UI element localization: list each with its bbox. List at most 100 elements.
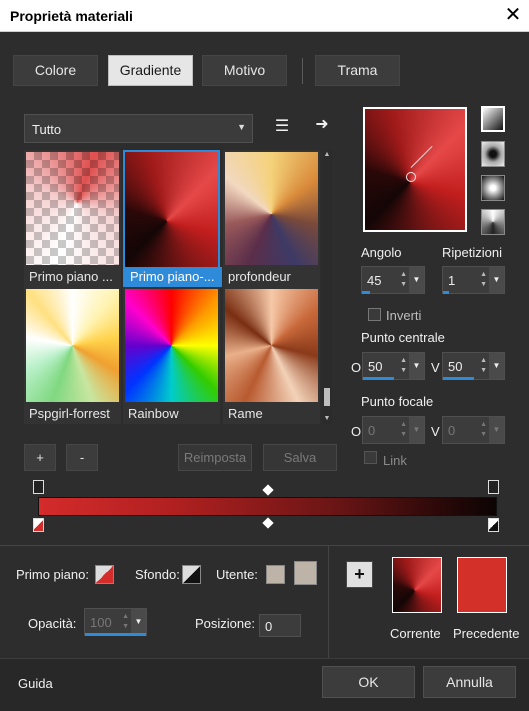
scroll-down-icon[interactable]: ▼ (322, 414, 332, 424)
add-gradient-button[interactable]: + (24, 444, 56, 471)
focal-point-label: Punto focale (361, 394, 434, 409)
opacity-stepper[interactable]: 100 ▲ ▼ ▼ (84, 608, 147, 636)
gradient-tile-selected[interactable]: Primo piano-... (123, 150, 222, 287)
foreground-label: Primo piano: (16, 567, 89, 582)
previous-material-swatch[interactable] (457, 557, 507, 613)
gradient-thumbnail (26, 289, 119, 402)
center-v-stepper[interactable]: 50 ▲ ▼ ▼ (442, 352, 505, 380)
spin-arrows-icon[interactable]: ▲ ▼ (480, 420, 487, 440)
add-to-swatches-button[interactable]: + (346, 561, 373, 588)
gradient-thumbnail (125, 152, 218, 267)
color-stop-right[interactable] (488, 518, 499, 532)
linear-style-icon[interactable] (481, 106, 505, 132)
center-h-stepper[interactable]: 50 ▲ ▼ ▼ (362, 352, 425, 380)
tab-motivo[interactable]: Motivo (202, 55, 287, 86)
gradient-tile[interactable]: Primo piano ... (24, 150, 121, 287)
gradient-editor-bar[interactable] (38, 497, 497, 516)
category-value: Tutto (32, 122, 62, 137)
angle-label: Angolo (361, 245, 402, 260)
rectangular-style-icon[interactable] (481, 141, 505, 167)
chevron-down-icon[interactable]: ▼ (489, 267, 504, 293)
chevron-down-icon[interactable]: ▼ (409, 267, 424, 293)
category-dropdown[interactable]: Tutto ▼ (24, 114, 253, 143)
bottom-midpoint-handle[interactable] (262, 517, 274, 529)
spin-arrows-icon[interactable]: ▲ ▼ (400, 270, 407, 290)
close-icon[interactable]: ✕ (497, 0, 529, 32)
gradient-tile[interactable]: Rainbow (123, 287, 220, 424)
angle-handle-line (410, 145, 433, 168)
center-handle[interactable] (406, 172, 416, 182)
scroll-up-icon[interactable]: ▲ (322, 150, 332, 160)
chevron-down-icon[interactable]: ▼ (489, 417, 504, 443)
center-point-label: Punto centrale (361, 330, 445, 345)
center-v-fill-bar (443, 377, 474, 380)
opacity-value: 100 (90, 615, 112, 630)
ok-button[interactable]: OK (322, 666, 415, 698)
help-link[interactable]: Guida (18, 676, 53, 691)
scroll-thumb[interactable] (324, 388, 330, 406)
gradient-tile[interactable]: Pspgirl-forrest (24, 287, 121, 424)
spin-arrows-icon[interactable]: ▲ ▼ (480, 356, 487, 376)
center-h-fill-bar (363, 377, 394, 380)
repeats-label: Ripetizioni (442, 245, 502, 260)
gradient-label: Rame (228, 406, 263, 421)
gradient-thumbnail (225, 289, 318, 402)
position-field[interactable]: 0 (259, 614, 301, 637)
user-swatch-large[interactable] (294, 561, 317, 585)
focal-v-value: 0 (448, 423, 456, 438)
repeats-value: 1 (448, 273, 456, 288)
invert-checkbox[interactable] (368, 308, 381, 321)
chevron-down-icon[interactable]: ▼ (409, 353, 424, 379)
link-label: Link (383, 453, 407, 468)
tab-colore[interactable]: Colore (13, 55, 98, 86)
opacity-fill-bar (85, 633, 146, 636)
position-value: 0 (265, 619, 273, 634)
save-gradient-button[interactable]: Salva (263, 444, 337, 471)
tab-trama[interactable]: Trama (315, 55, 400, 86)
top-midpoint-handle[interactable] (262, 484, 274, 496)
vertical-divider (328, 546, 329, 658)
focal-v-stepper[interactable]: 0 ▲ ▼ ▼ (442, 416, 505, 444)
remove-gradient-button[interactable]: - (66, 444, 98, 471)
gradient-label: Pspgirl-forrest (29, 406, 110, 421)
spin-arrows-icon[interactable]: ▲ ▼ (122, 612, 129, 632)
position-label: Posizione: (195, 616, 255, 631)
center-v-label: V (431, 360, 440, 375)
background-swatch[interactable] (182, 565, 201, 584)
gradient-label: Primo piano ... (29, 269, 113, 284)
repeats-stepper[interactable]: 1 ▲ ▼ ▼ (442, 266, 505, 294)
chevron-down-icon[interactable]: ▼ (489, 353, 504, 379)
angle-stepper[interactable]: 45 ▲ ▼ ▼ (361, 266, 425, 294)
gradient-scrollbar[interactable]: ▲ ▼ (322, 150, 332, 424)
spin-arrows-icon[interactable]: ▲ ▼ (480, 270, 487, 290)
gradient-preview[interactable] (363, 107, 467, 232)
sunburst-style-icon[interactable] (481, 209, 505, 235)
top-stop-left[interactable] (33, 480, 44, 494)
spin-arrows-icon[interactable]: ▲ ▼ (400, 356, 407, 376)
user-label: Utente: (216, 567, 258, 582)
color-stop-left[interactable] (33, 518, 44, 532)
focal-h-stepper[interactable]: 0 ▲ ▼ ▼ (362, 416, 425, 444)
gradient-tile[interactable]: profondeur (223, 150, 320, 287)
gradient-thumbnail (125, 289, 218, 402)
center-h-label: O (351, 360, 362, 375)
background-label: Sfondo: (135, 567, 180, 582)
spin-arrows-icon[interactable]: ▲ ▼ (400, 420, 407, 440)
window-title: Proprietà materiali (10, 8, 133, 24)
arrow-right-icon[interactable]: ➜ (310, 113, 334, 137)
reset-button[interactable]: Reimposta (178, 444, 252, 471)
title-bar: Proprietà materiali ✕ (0, 0, 529, 32)
gradient-label: Rainbow (128, 406, 179, 421)
foreground-swatch[interactable] (95, 565, 114, 584)
chevron-down-icon[interactable]: ▼ (131, 609, 146, 635)
library-icon[interactable]: ☰ (270, 115, 294, 139)
chevron-down-icon[interactable]: ▼ (409, 417, 424, 443)
tab-separator (302, 58, 303, 84)
link-checkbox[interactable] (364, 451, 377, 464)
tab-gradiente[interactable]: Gradiente (108, 55, 193, 86)
radial-style-icon[interactable] (481, 175, 505, 201)
user-swatch[interactable] (266, 565, 285, 584)
top-stop-right[interactable] (488, 480, 499, 494)
cancel-button[interactable]: Annulla (423, 666, 516, 698)
gradient-tile[interactable]: Rame (223, 287, 320, 424)
